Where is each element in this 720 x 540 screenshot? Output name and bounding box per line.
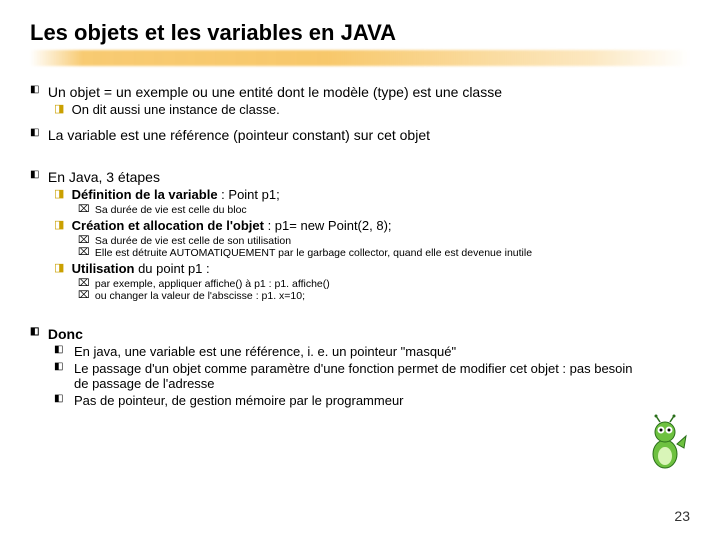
bullet-lvl1: ◧ En Java, 3 étapes [30, 169, 690, 185]
bullet-lvl1: ◧ Donc [30, 326, 690, 342]
y-bullet-icon: ◨ [54, 218, 68, 231]
y-bullet-icon: ◨ [54, 261, 68, 274]
bullet-lvl3: ⌧ Sa durée de vie est celle du bloc [78, 204, 690, 216]
text: Donc [48, 326, 83, 342]
bullet-lvl2: ◨ Utilisation du point p1 : [54, 261, 690, 276]
y-bullet-icon: ◨ [54, 187, 68, 200]
text: On dit aussi une instance de classe. [72, 102, 280, 117]
z-bullet-icon: ◧ [30, 169, 44, 180]
text: En Java, 3 étapes [48, 169, 160, 185]
text: Sa durée de vie est celle de son utilisa… [95, 235, 291, 247]
y-bullet-icon: ◨ [54, 102, 68, 115]
text: du point p1 : [134, 261, 209, 276]
z-bullet-icon: ◧ [54, 361, 74, 391]
page-title: Les objets et les variables en JAVA [30, 20, 690, 46]
page-number: 23 [674, 508, 690, 524]
z-bullet-icon: ◧ [30, 326, 44, 337]
text-bold: Utilisation [72, 261, 135, 276]
bullet-lvl3: ⌧ par exemple, appliquer affiche() à p1 … [78, 278, 690, 290]
text-bold: Création et allocation de l'objet [72, 218, 264, 233]
text: Sa durée de vie est celle du bloc [95, 204, 247, 216]
bullet-lvl2: ◨ On dit aussi une instance de classe. [54, 102, 690, 117]
bullet-lvl2: ◧ Pas de pointeur, de gestion mémoire pa… [54, 393, 690, 408]
x-bullet-icon: ⌧ [78, 278, 92, 289]
bullet-lvl1: ◧ La variable est une référence (pointeu… [30, 127, 690, 143]
bullet-lvl3: ⌧ Sa durée de vie est celle de son utili… [78, 235, 690, 247]
text: : Point p1; [218, 187, 280, 202]
text: Elle est détruite AUTOMATIQUEMENT par le… [95, 247, 532, 259]
title-underline [30, 50, 690, 66]
bullet-lvl3: ⌧ Elle est détruite AUTOMATIQUEMENT par … [78, 247, 690, 259]
text: Un objet = un exemple ou une entité dont… [48, 84, 502, 100]
bullet-lvl1: ◧ Un objet = un exemple ou une entité do… [30, 84, 690, 100]
z-bullet-icon: ◧ [54, 344, 74, 359]
text: par exemple, appliquer affiche() à p1 : … [95, 278, 330, 290]
z-bullet-icon: ◧ [30, 84, 44, 95]
text: En java, une variable est une référence,… [74, 344, 456, 359]
mascot-icon [642, 414, 688, 470]
text-bold: Définition de la variable [72, 187, 218, 202]
text: Le passage d'un objet comme paramètre d'… [74, 361, 634, 391]
z-bullet-icon: ◧ [54, 393, 74, 408]
x-bullet-icon: ⌧ [78, 247, 92, 258]
bullet-lvl2: ◧ Le passage d'un objet comme paramètre … [54, 361, 690, 391]
text: Pas de pointeur, de gestion mémoire par … [74, 393, 404, 408]
x-bullet-icon: ⌧ [78, 204, 92, 215]
bullet-lvl2: ◧ En java, une variable est une référenc… [54, 344, 690, 359]
text: La variable est une référence (pointeur … [48, 127, 430, 143]
bullet-lvl2: ◨ Création et allocation de l'objet : p1… [54, 218, 690, 233]
z-bullet-icon: ◧ [30, 127, 44, 138]
text: : p1= new Point(2, 8); [264, 218, 392, 233]
x-bullet-icon: ⌧ [78, 235, 92, 246]
x-bullet-icon: ⌧ [78, 290, 92, 301]
text: ou changer la valeur de l'abscisse : p1.… [95, 290, 305, 302]
bullet-lvl3: ⌧ ou changer la valeur de l'abscisse : p… [78, 290, 690, 302]
bullet-lvl2: ◨ Définition de la variable : Point p1; [54, 187, 690, 202]
